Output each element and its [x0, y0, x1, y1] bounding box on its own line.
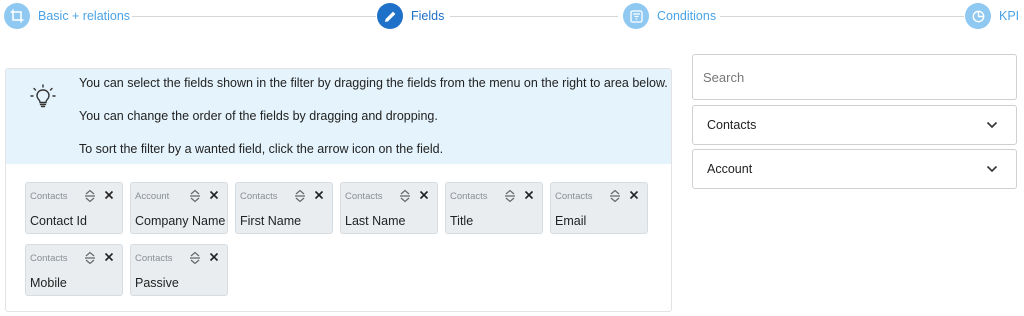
close-icon[interactable] [629, 190, 639, 200]
field-group-account[interactable]: Account [692, 149, 1017, 189]
step-fields[interactable]: Fields [377, 3, 444, 29]
field-chip[interactable]: Contacts Title [445, 182, 543, 234]
sort-arrows-icon[interactable] [189, 189, 201, 203]
field-chip[interactable]: Contacts Passive [130, 244, 228, 296]
field-label: Title [450, 214, 474, 228]
sort-arrows-icon[interactable] [294, 189, 306, 203]
step-basic-relations[interactable]: Basic + relations [4, 3, 130, 29]
pie-chart-icon [965, 3, 991, 29]
field-label: Contact Id [30, 214, 87, 228]
chevron-down-icon [986, 165, 998, 173]
step-label: Fields [411, 9, 445, 23]
info-text: You can change the order of the fields b… [79, 109, 438, 123]
close-icon[interactable] [104, 252, 114, 262]
search-input[interactable] [692, 54, 1017, 100]
sort-arrows-icon[interactable] [399, 189, 411, 203]
field-source: Contacts [30, 191, 68, 202]
pencil-icon [377, 3, 403, 29]
field-label: Passive [135, 276, 179, 290]
field-source: Contacts [30, 253, 68, 264]
field-group-contacts[interactable]: Contacts [692, 105, 1017, 145]
field-label: Last Name [345, 214, 406, 228]
field-label: First Name [240, 214, 302, 228]
step-connector [720, 16, 964, 17]
sort-arrows-icon[interactable] [84, 189, 96, 203]
step-kpi[interactable]: KPI [965, 3, 1019, 29]
wizard-stepper: Basic + relations Fields Conditions KPI [4, 3, 1020, 29]
step-label: Basic + relations [38, 9, 131, 23]
close-icon[interactable] [209, 252, 219, 262]
field-label: Company Name [135, 214, 226, 228]
field-source: Contacts [135, 253, 173, 264]
field-label: Mobile [30, 276, 67, 290]
sort-arrows-icon[interactable] [84, 251, 96, 265]
chevron-down-icon [986, 121, 998, 129]
step-conditions[interactable]: Conditions [623, 3, 716, 29]
field-drop-area[interactable]: Contacts Contact Id Account Company Name… [6, 164, 671, 311]
info-text: To sort the filter by a wanted field, cl… [79, 142, 444, 156]
field-chip[interactable]: Contacts Mobile [25, 244, 123, 296]
fields-panel: You can select the fields shown in the f… [5, 68, 672, 312]
field-chip[interactable]: Account Company Name [130, 182, 228, 234]
field-source: Contacts [240, 191, 278, 202]
field-source: Contacts [450, 191, 488, 202]
info-box: You can select the fields shown in the f… [6, 69, 671, 164]
field-label: Email [555, 214, 587, 228]
close-icon[interactable] [524, 190, 534, 200]
info-text: You can select the fields shown in the f… [79, 76, 668, 90]
field-chip[interactable]: Contacts Last Name [340, 182, 438, 234]
step-connector [132, 16, 376, 17]
filter-box-icon [623, 3, 649, 29]
sort-arrows-icon[interactable] [504, 189, 516, 203]
field-chip[interactable]: Contacts Contact Id [25, 182, 123, 234]
field-source: Account [135, 191, 170, 202]
field-source: Contacts [555, 191, 593, 202]
field-group-label: Account [707, 162, 753, 176]
close-icon[interactable] [314, 190, 324, 200]
step-label: Conditions [657, 9, 717, 23]
field-chip[interactable]: Contacts First Name [235, 182, 333, 234]
step-connector [450, 16, 618, 17]
field-chip[interactable]: Contacts Email [550, 182, 648, 234]
step-label: KPI [999, 9, 1020, 23]
lightbulb-icon [28, 83, 58, 113]
close-icon[interactable] [209, 190, 219, 200]
close-icon[interactable] [419, 190, 429, 200]
field-group-label: Contacts [707, 118, 757, 132]
close-icon[interactable] [104, 190, 114, 200]
sort-arrows-icon[interactable] [189, 251, 201, 265]
crop-frame-icon [4, 3, 30, 29]
sort-arrows-icon[interactable] [609, 189, 621, 203]
field-source: Contacts [345, 191, 383, 202]
